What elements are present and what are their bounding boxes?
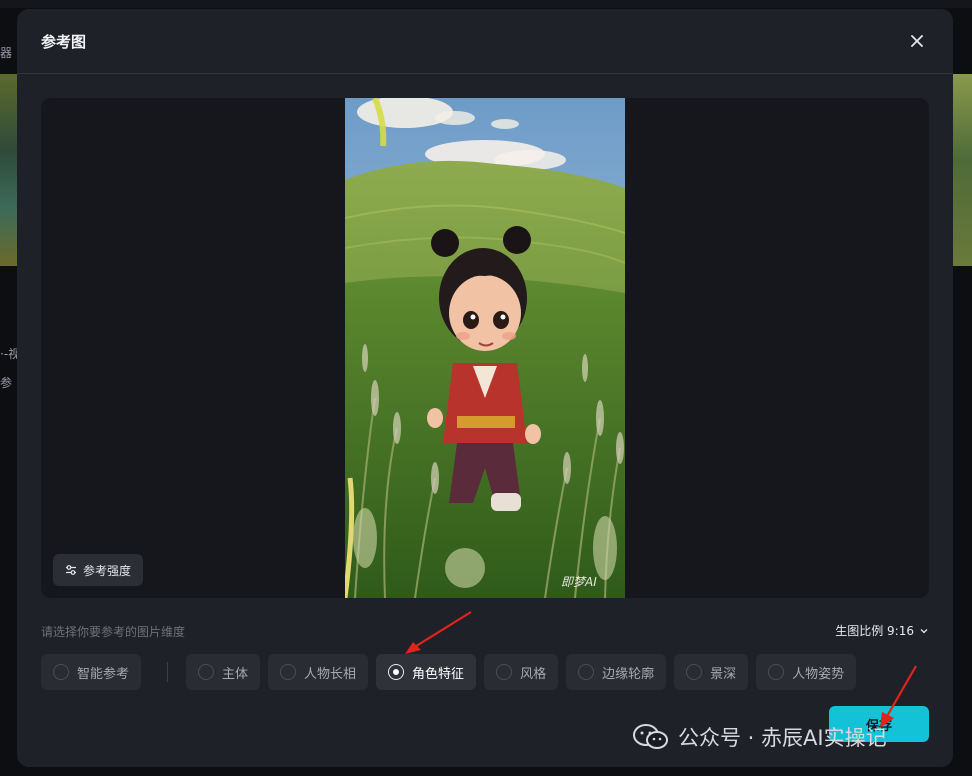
option-character-features[interactable]: 角色特征	[376, 654, 477, 690]
option-label: 智能参考	[77, 666, 130, 682]
close-button[interactable]	[905, 29, 929, 53]
radio-icon	[280, 664, 297, 680]
background-text-fragment: 器	[0, 46, 13, 60]
reference-strength-label: 参考强度	[83, 563, 132, 578]
aspect-ratio-selector[interactable]: 生图比例 9:16	[835, 622, 929, 639]
option-label: 景深	[710, 666, 737, 682]
option-smart-reference[interactable]: 智能参考	[41, 654, 142, 690]
wechat-watermark: 公众号 · 赤辰AI实操记	[632, 722, 887, 752]
option-style[interactable]: 风格	[484, 654, 559, 690]
option-label: 人物姿势	[792, 666, 845, 682]
option-subject[interactable]: 主体	[186, 654, 261, 690]
background-topbar	[0, 0, 972, 8]
option-label: 角色特征	[412, 666, 465, 682]
dialog-title: 参考图	[41, 32, 87, 51]
option-label: 主体	[222, 666, 249, 682]
radio-icon	[53, 664, 69, 680]
option-edge-outline[interactable]: 边缘轮廓	[566, 654, 667, 690]
option-depth[interactable]: 景深	[674, 654, 749, 690]
option-face[interactable]: 人物长相	[268, 654, 369, 690]
option-label: 风格	[520, 666, 547, 682]
reference-image: 即梦AI	[345, 98, 625, 598]
background-text-fragment: 参	[0, 376, 13, 390]
dialog-header: 参考图	[17, 9, 953, 74]
watermark-text: 公众号 · 赤辰AI实操记	[678, 726, 887, 750]
image-watermark: 即梦AI	[561, 575, 597, 589]
reference-image-illustration: 即梦AI	[345, 98, 625, 598]
radio-selected-icon	[388, 664, 405, 680]
reference-image-dialog: 参考图 即梦AI 参考强度 请选择你要参考的图片维度 生图比例 9:16 智能参…	[17, 9, 953, 767]
option-label: 人物长相	[304, 666, 357, 682]
background-thumbnail-right	[952, 74, 972, 266]
background-thumbnail-left	[0, 74, 18, 266]
chevron-down-icon	[920, 628, 928, 633]
option-label: 边缘轮廓	[602, 666, 655, 682]
close-icon	[911, 35, 923, 47]
option-pose[interactable]: 人物姿势	[756, 654, 857, 690]
aspect-ratio-label: 生图比例 9:16	[835, 624, 914, 638]
radio-icon	[686, 664, 703, 680]
options-divider	[167, 662, 169, 682]
reference-strength-button[interactable]: 参考强度	[53, 554, 144, 586]
radio-icon	[198, 664, 215, 680]
wechat-icon	[633, 724, 668, 749]
dimension-hint: 请选择你要参考的图片维度	[41, 625, 186, 639]
radio-icon	[496, 664, 513, 680]
image-preview-area: 即梦AI 参考强度	[41, 98, 929, 598]
radio-icon	[578, 664, 595, 680]
sliders-icon	[66, 565, 76, 575]
reference-dimension-options: 智能参考 主体 人物长相 角色特征 风格 边缘轮廓 景深 人物姿势	[41, 654, 864, 690]
radio-icon	[768, 664, 785, 680]
